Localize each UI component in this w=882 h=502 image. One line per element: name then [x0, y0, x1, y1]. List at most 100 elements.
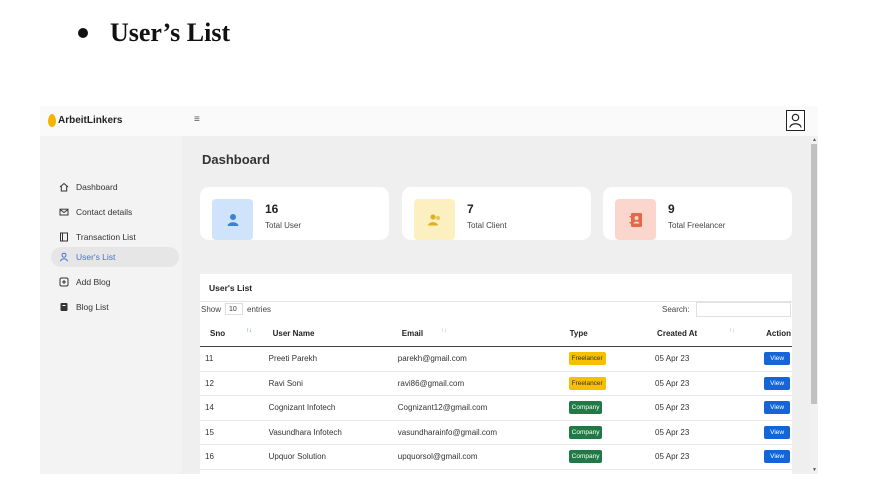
cell-sno: 12: [200, 371, 265, 396]
profile-button[interactable]: [786, 110, 805, 131]
cell-email: vasundharainfo@gmail.com: [388, 420, 560, 445]
sidebar-item-dashboard[interactable]: Dashboard: [51, 177, 179, 197]
card-value: 7: [467, 202, 474, 216]
show-label: Show: [201, 304, 222, 314]
contact-book-icon: [629, 212, 642, 227]
view-button[interactable]: View: [764, 352, 791, 366]
search-input[interactable]: [696, 302, 791, 317]
cell-created-at: 05 Apr 23: [646, 346, 750, 372]
scroll-up-icon[interactable]: ▲: [812, 137, 817, 143]
users-list-panel: User's List Show 10 entries Search: Sno ↑…: [200, 274, 792, 474]
card-value: 16: [265, 202, 279, 216]
plus-square-icon: [59, 277, 69, 287]
page-title: Dashboard: [202, 152, 270, 167]
cell-created-at: 05 Apr 23: [646, 395, 750, 421]
card-label: Total Client: [467, 221, 507, 230]
cell-sno: 11: [200, 346, 265, 372]
users-icon: [427, 213, 440, 225]
column-header-type[interactable]: Type↑↓: [559, 321, 647, 347]
top-bar: ArbeitLinkers ≡: [40, 106, 818, 136]
panel-title: User's List: [209, 283, 253, 293]
cell-user-name: Ravi Soni: [264, 371, 389, 396]
type-badge: Freelancer: [568, 352, 606, 366]
user-icon: [227, 213, 238, 226]
brand-logo[interactable]: ArbeitLinkers: [48, 114, 122, 127]
card-icon-box: [615, 199, 656, 240]
bullet-icon: [78, 28, 88, 38]
column-header-sno[interactable]: Sno ↑↓: [200, 321, 265, 347]
cell-created-at: 05 Apr 23: [646, 371, 750, 396]
vertical-scrollbar[interactable]: ▲ ▼: [810, 136, 818, 474]
sidebar-item-label: Dashboard: [76, 182, 118, 192]
logo-icon: [48, 114, 56, 127]
sidebar-item-contact-details[interactable]: Contact details: [51, 202, 179, 222]
cell-email: ravi86@gmail.com: [388, 371, 560, 396]
entries-label: entries: [247, 304, 272, 314]
sidebar-item-transaction-list[interactable]: Transaction List: [51, 227, 179, 247]
sidebar-item-label: User's List: [76, 252, 116, 262]
card-label: Total Freelancer: [668, 221, 726, 230]
cell-user-name: Vasundhara Infotech: [264, 420, 389, 445]
type-badge: Company: [568, 401, 603, 415]
sidebar-item-blog-list[interactable]: Blog List: [51, 297, 179, 317]
home-icon: [59, 182, 69, 192]
card-icon-box: [212, 199, 253, 240]
entries-select[interactable]: 10: [225, 303, 244, 315]
document-heading: User’s List: [78, 18, 230, 48]
stat-card-total-client: 7 Total Client: [402, 187, 591, 240]
cell-created-at: 05 Apr 23: [646, 420, 750, 445]
column-header-action: Action: [749, 321, 792, 347]
mail-icon: [59, 208, 69, 216]
table-row: 11 Preeti Parekh parekh@gmail.com Freela…: [200, 346, 792, 372]
sidebar-item-label: Transaction List: [76, 232, 136, 242]
table-row: 15 Vasundhara Infotech vasundharainfo@gm…: [200, 420, 792, 445]
sidebar: Dashboard Contact details Transaction Li…: [40, 136, 182, 474]
menu-toggle-button[interactable]: ≡: [194, 114, 200, 125]
brand-name: ArbeitLinkers: [58, 115, 123, 126]
scroll-down-icon[interactable]: ▼: [812, 467, 817, 473]
column-header-created-at[interactable]: Created At↑↓: [646, 321, 750, 347]
entries-control: Show 10 entries: [201, 303, 271, 315]
sort-asc-icon: ↑↓: [246, 328, 252, 334]
card-label: Total User: [265, 221, 302, 230]
table-row: 16 Upquor Solution upquorsol@gmail.com C…: [200, 444, 792, 470]
type-badge: Company: [568, 450, 603, 464]
card-icon-box: [414, 199, 455, 240]
sidebar-item-add-blog[interactable]: Add Blog: [51, 272, 179, 292]
document-icon: [60, 232, 68, 242]
cell-user-name: Preeti Parekh: [264, 346, 389, 372]
card-value: 9: [668, 202, 675, 216]
view-button[interactable]: View: [764, 425, 791, 439]
user-icon: [60, 252, 68, 262]
user-icon: [789, 113, 802, 128]
cell-created-at: 05 Apr 23: [646, 444, 750, 470]
view-button[interactable]: View: [764, 376, 791, 390]
stat-card-total-user: 16 Total User: [200, 187, 389, 240]
sidebar-item-label: Blog List: [76, 302, 109, 312]
app-window: ArbeitLinkers ≡ Dashboard Contact detail…: [40, 106, 818, 474]
cell-sno: 16: [200, 444, 265, 470]
search-label: Search:: [662, 305, 690, 314]
sidebar-item-label: Add Blog: [76, 277, 111, 287]
sidebar-item-label: Contact details: [76, 207, 133, 217]
cell-email: upquorsol@gmail.com: [388, 444, 560, 470]
cell-sno: 14: [200, 395, 265, 421]
type-badge: Freelancer: [568, 376, 606, 390]
sidebar-item-users-list[interactable]: User's List: [51, 247, 179, 267]
document-heading-text: User’s List: [110, 18, 231, 47]
column-header-email[interactable]: Email ↑↓: [388, 321, 735, 347]
users-table: Sno↑↓ User Name↑↓ Email↑↓ Type↑↓ Created…: [200, 321, 792, 470]
column-header-user-name[interactable]: User Name ↑↓: [264, 321, 447, 347]
cell-user-name: Upquor Solution: [264, 444, 389, 470]
cell-email: parekh@gmail.com: [388, 346, 560, 372]
cell-email: Cognizant12@gmail.com: [388, 395, 560, 421]
users-table-body: 11 Preeti Parekh parekh@gmail.com Freela…: [200, 346, 792, 470]
stat-card-total-freelancer: 9 Total Freelancer: [603, 187, 792, 240]
view-button[interactable]: View: [764, 450, 791, 464]
scroll-thumb[interactable]: [811, 144, 817, 404]
book-icon: [60, 303, 68, 311]
table-row: 12 Ravi Soni ravi86@gmail.com Freelancer…: [200, 371, 792, 396]
cell-user-name: Cognizant Infotech: [264, 395, 389, 421]
table-row: 14 Cognizant Infotech Cognizant12@gmail.…: [200, 395, 792, 421]
view-button[interactable]: View: [764, 401, 791, 415]
